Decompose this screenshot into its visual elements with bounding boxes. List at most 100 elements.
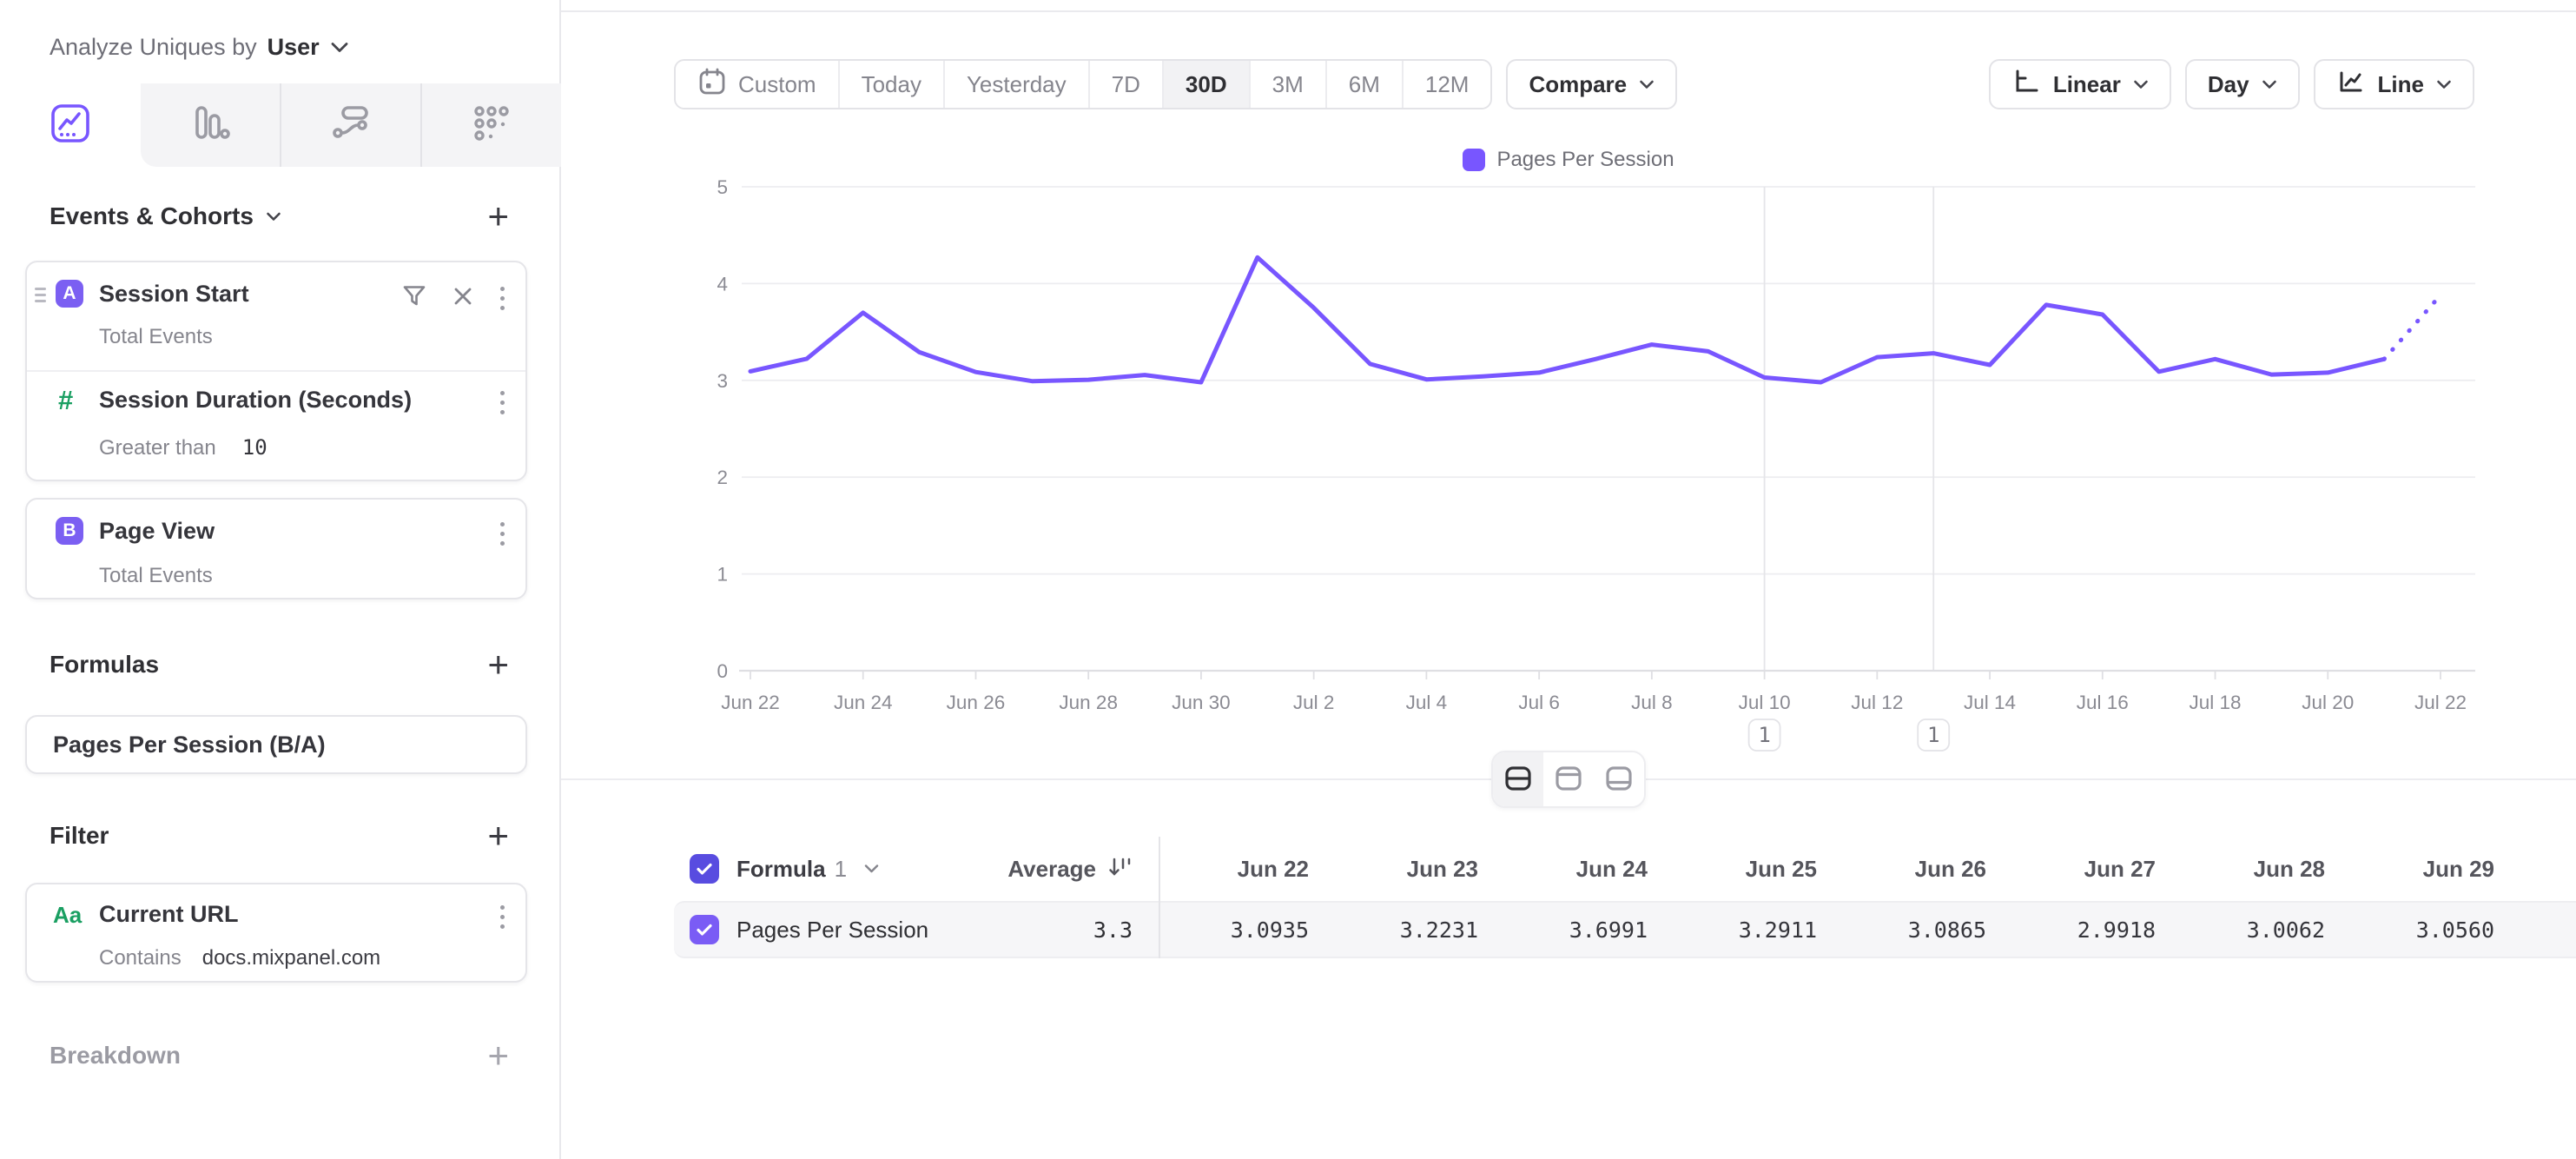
range-6m[interactable]: 6M	[1327, 61, 1404, 108]
split-view-toggle[interactable]	[1493, 752, 1543, 806]
axis-scale-button[interactable]: Linear	[1989, 59, 2171, 109]
range-today[interactable]: Today	[840, 61, 945, 108]
event-name[interactable]: Session Start	[99, 281, 249, 308]
date-range-toolbar: CustomTodayYesterday7D30D3M6M12M Compare	[674, 59, 1677, 109]
tab-flows[interactable]	[281, 83, 420, 167]
add-filter-button[interactable]: +	[487, 818, 509, 854]
svg-text:Jul 4: Jul 4	[1406, 692, 1448, 713]
row-series-label: Pages Per Session	[736, 917, 928, 944]
svg-text:Jul 20: Jul 20	[2302, 692, 2354, 713]
formula-expression[interactable]: Pages Per Session (B/A)	[53, 732, 326, 758]
property-filter-actions	[499, 389, 506, 416]
chevron-down-icon[interactable]	[864, 864, 879, 873]
select-all-checkbox[interactable]	[690, 854, 719, 884]
tab-retention[interactable]	[422, 83, 561, 167]
column-header[interactable]: Jun 26	[1836, 856, 2005, 883]
range-12m[interactable]: 12M	[1404, 61, 1491, 108]
column-header[interactable]: Jun 29	[2344, 856, 2513, 883]
range-7d[interactable]: 7D	[1090, 61, 1164, 108]
svg-text:1: 1	[1927, 723, 1939, 747]
breakdown-section-title: Breakdown	[50, 1042, 181, 1070]
property-filter-name[interactable]: Session Duration (Seconds)	[99, 387, 412, 414]
range-30d[interactable]: 30D	[1164, 61, 1251, 108]
line-chart[interactable]: 012345Jun 22Jun 24Jun 26Jun 28Jun 30Jul …	[561, 122, 2576, 808]
analyze-uniques-control[interactable]: Analyze Uniques by User	[50, 12, 349, 82]
table-cell: 3.6991	[1497, 917, 1667, 943]
row-date-values: 3.09353.22313.69913.29113.08652.99183.00…	[1159, 917, 2513, 943]
chart-type-button[interactable]: Line	[2314, 59, 2474, 109]
filter-icon[interactable]	[401, 283, 427, 314]
analyze-uniques-value[interactable]: User	[268, 34, 320, 61]
svg-text:Jun 24: Jun 24	[834, 692, 893, 713]
table-cell: 2.9918	[2005, 917, 2175, 943]
kebab-menu-icon[interactable]	[499, 520, 506, 547]
kebab-menu-icon[interactable]	[499, 285, 506, 312]
layout-toggle-group	[1491, 751, 1646, 808]
row-checkbox[interactable]	[690, 915, 719, 944]
close-icon[interactable]	[452, 285, 474, 312]
svg-text:5: 5	[717, 176, 728, 198]
chevron-down-icon	[2262, 80, 2277, 89]
report-main-area: CustomTodayYesterday7D30D3M6M12M Compare…	[561, 0, 2576, 1159]
breakdown-section-header: Breakdown +	[50, 1036, 509, 1076]
table-view-toggle[interactable]	[1594, 752, 1644, 806]
add-formula-button[interactable]: +	[487, 646, 509, 683]
group-header-label[interactable]: Formula	[736, 856, 826, 883]
column-header[interactable]: Jun 23	[1328, 856, 1497, 883]
group-header-number: 1	[835, 856, 847, 883]
svg-text:2: 2	[717, 467, 728, 488]
filter-section-header: Filter +	[50, 816, 509, 856]
column-header[interactable]: Jun 28	[2175, 856, 2344, 883]
tab-funnels[interactable]	[141, 83, 280, 167]
svg-text:Jul 16: Jul 16	[2077, 692, 2129, 713]
compare-button[interactable]: Compare	[1506, 59, 1677, 109]
filter-value[interactable]: docs.mixpanel.com	[202, 946, 380, 970]
filter-card-current-url[interactable]: Aa Current URL Contains docs.mixpanel.co…	[25, 883, 527, 983]
kebab-menu-icon[interactable]	[499, 904, 506, 931]
event-name[interactable]: Page View	[99, 518, 215, 545]
svg-text:Jun 28: Jun 28	[1059, 692, 1118, 713]
filter-value[interactable]: 10	[242, 435, 268, 460]
table-cell: 3.0560	[2344, 917, 2513, 943]
kebab-menu-icon[interactable]	[499, 389, 506, 416]
average-column-header[interactable]: Average	[1007, 856, 1096, 883]
event-measurement[interactable]: Total Events	[99, 564, 213, 588]
table-header-row: Formula 1 Average Jun 22Jun 23Jun 24Jun …	[674, 837, 2576, 901]
range-yesterday[interactable]: Yesterday	[945, 61, 1090, 108]
compare-label: Compare	[1529, 71, 1627, 98]
column-header[interactable]: Jun 27	[2005, 856, 2175, 883]
add-breakdown-button[interactable]: +	[487, 1037, 509, 1074]
chevron-down-icon	[1639, 80, 1655, 89]
range-3m[interactable]: 3M	[1251, 61, 1327, 108]
column-header[interactable]: Jun 24	[1497, 856, 1667, 883]
tab-insights[interactable]	[0, 83, 141, 167]
sort-descending-icon[interactable]	[1106, 854, 1133, 884]
filter-operator[interactable]: Contains	[99, 946, 182, 970]
funnel-bars-icon	[189, 103, 231, 149]
range-custom[interactable]: Custom	[676, 61, 840, 108]
interval-button[interactable]: Day	[2185, 59, 2300, 109]
event-card-session-start[interactable]: A Session Start Total Events # Session D…	[25, 261, 527, 481]
filter-condition[interactable]: Contains docs.mixpanel.com	[99, 946, 380, 970]
event-measurement[interactable]: Total Events	[99, 325, 213, 349]
line-chart-icon	[2336, 67, 2366, 103]
filter-property-name[interactable]: Current URL	[99, 901, 239, 928]
event-card-page-view[interactable]: B Page View Total Events	[25, 498, 527, 599]
formula-card[interactable]: Pages Per Session (B/A)	[25, 715, 527, 774]
column-header[interactable]: Jun 25	[1667, 856, 1836, 883]
events-section-title[interactable]: Events & Cohorts	[50, 202, 281, 230]
property-filter-condition[interactable]: Greater than 10	[99, 435, 268, 460]
table-row[interactable]: Pages Per Session 3.3 3.09353.22313.6991…	[674, 901, 2576, 958]
event-letter-badge: A	[56, 280, 83, 308]
column-header[interactable]: Jun 22	[1159, 856, 1328, 883]
flows-icon	[330, 103, 372, 149]
add-event-button[interactable]: +	[487, 198, 509, 235]
filter-operator[interactable]: Greater than	[99, 436, 216, 460]
retention-dots-icon	[471, 103, 512, 149]
calendar-icon	[697, 67, 727, 103]
svg-text:Jul 12: Jul 12	[1851, 692, 1903, 713]
chart-view-toggle[interactable]	[1543, 752, 1594, 806]
formulas-section-title: Formulas	[50, 651, 159, 679]
chevron-down-icon	[266, 212, 281, 222]
drag-handle-icon[interactable]	[35, 284, 46, 306]
